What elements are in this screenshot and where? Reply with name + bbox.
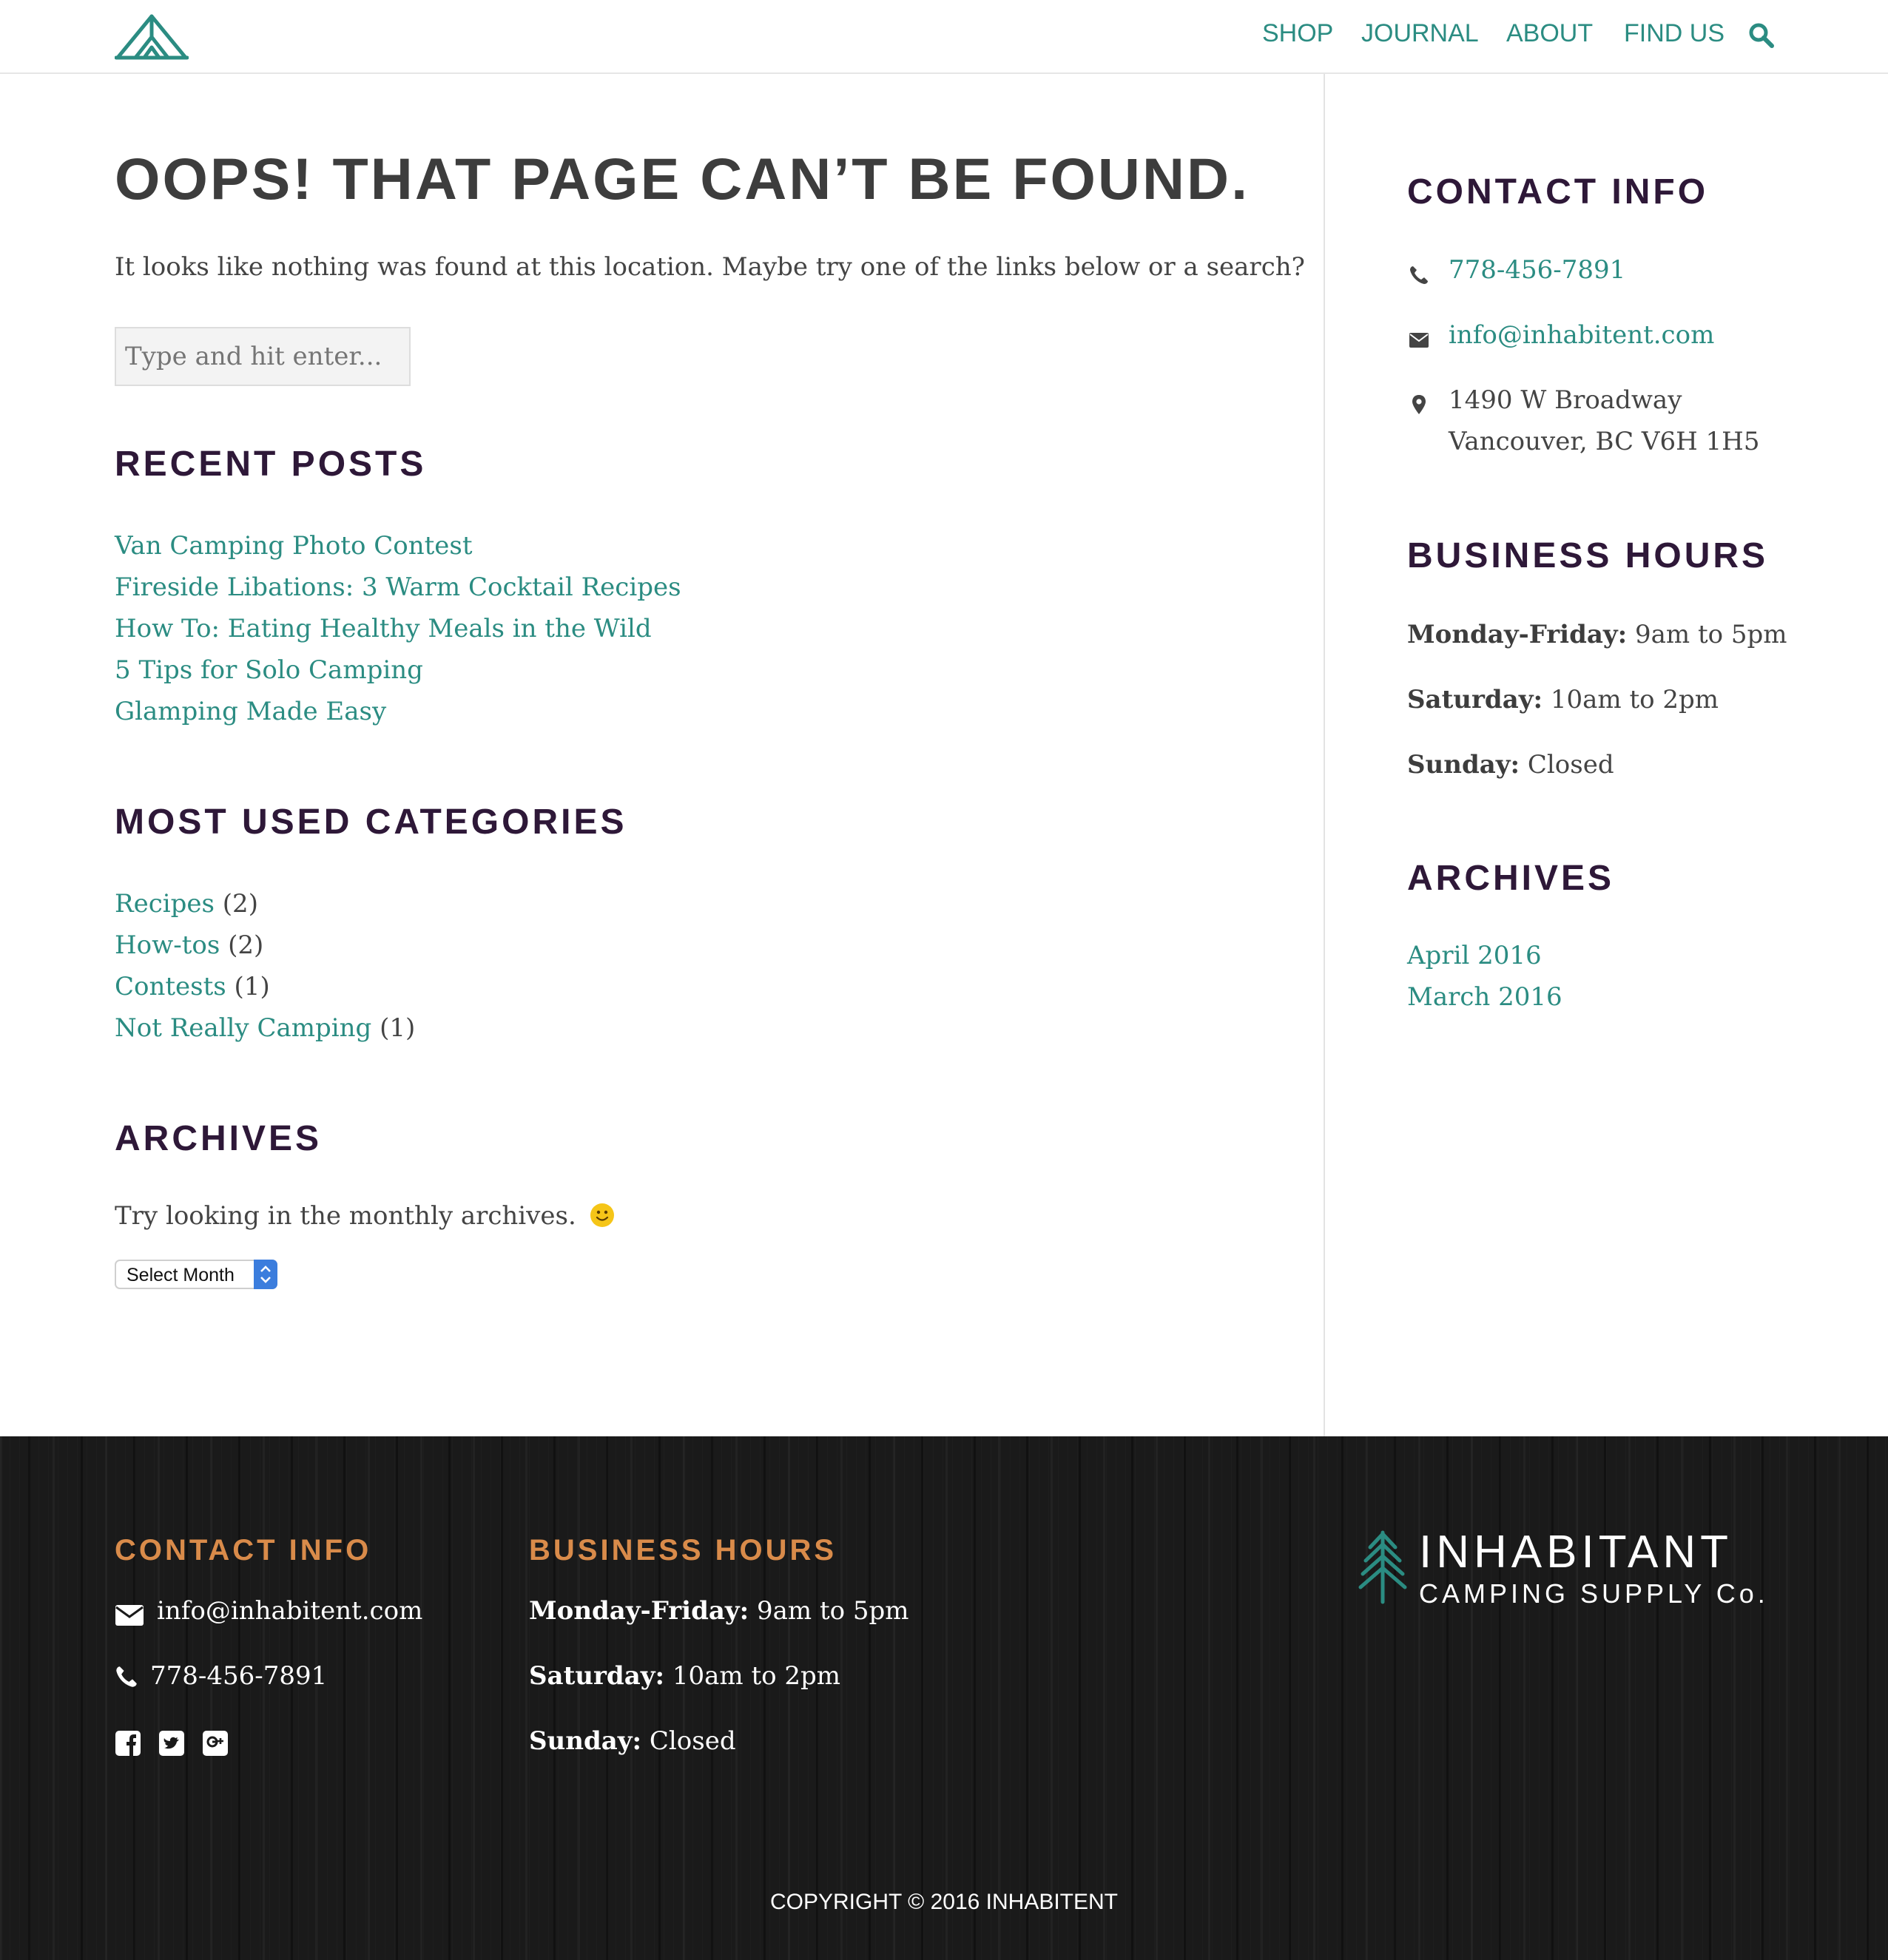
- category-count: (2): [222, 889, 258, 919]
- footer-hours-row: Monday-Friday: 9am to 5pm: [529, 1596, 909, 1626]
- category-count: (2): [228, 930, 264, 960]
- phone-icon: [1410, 266, 1428, 284]
- post-link[interactable]: How To: Eating Healthy Meals in the Wild: [115, 614, 652, 643]
- categories-heading: MOST USED CATEGORIES: [115, 802, 627, 842]
- smiley-icon: [590, 1203, 614, 1227]
- list-item: How-tos (2): [115, 925, 415, 966]
- search-icon[interactable]: [1748, 22, 1775, 49]
- post-link[interactable]: Van Camping Photo Contest: [115, 531, 473, 561]
- list-item: How To: Eating Healthy Meals in the Wild: [115, 608, 681, 649]
- category-link[interactable]: Contests: [115, 972, 226, 1001]
- sidebar-address-line1: 1490 W Broadway: [1449, 385, 1682, 415]
- copyright: COPYRIGHT © 2016 INHABITENT: [770, 1890, 1118, 1914]
- hours-time: Closed: [649, 1726, 736, 1756]
- nav-about[interactable]: ABOUT: [1506, 19, 1593, 48]
- footer-phone-link[interactable]: 778-456-7891: [150, 1661, 327, 1691]
- recent-posts-heading: RECENT POSTS: [115, 445, 427, 484]
- footer-contact-heading: CONTACT INFO: [115, 1534, 372, 1567]
- sidebar-divider: [1324, 74, 1325, 1436]
- hours-day: Sunday:: [1407, 750, 1520, 780]
- category-count: (1): [380, 1013, 416, 1043]
- site-header: SHOP JOURNAL ABOUT FIND US: [0, 0, 1888, 74]
- hours-time: 9am to 5pm: [1635, 620, 1787, 649]
- tree-logo-icon: [1358, 1530, 1407, 1604]
- map-pin-icon: [1412, 395, 1426, 414]
- hours-day: Monday-Friday:: [1407, 620, 1628, 649]
- categories-list: Recipes (2) How-tos (2) Contests (1) Not…: [115, 883, 415, 1049]
- envelope-icon: [1409, 333, 1429, 348]
- hours-time: 9am to 5pm: [757, 1596, 909, 1626]
- hours-day: Saturday:: [1407, 685, 1543, 714]
- sidebar-archives-heading: ARCHIVES: [1407, 859, 1615, 898]
- nav-shop[interactable]: SHOP: [1262, 19, 1333, 48]
- hours-time: 10am to 2pm: [672, 1661, 841, 1691]
- category-link[interactable]: How-tos: [115, 930, 220, 960]
- nav-find-us[interactable]: FIND US: [1624, 19, 1725, 48]
- select-arrows-icon: [254, 1260, 277, 1289]
- sidebar-contact-heading: CONTACT INFO: [1407, 172, 1709, 212]
- sidebar-hours-row: Sunday: Closed: [1407, 750, 1614, 780]
- list-item: Glamping Made Easy: [115, 691, 681, 732]
- archives-note: Try looking in the monthly archives.: [115, 1201, 576, 1231]
- sidebar-email-link[interactable]: info@inhabitent.com: [1449, 320, 1714, 350]
- archive-link-april-2016[interactable]: April 2016: [1407, 941, 1542, 970]
- sidebar-hours-row: Saturday: 10am to 2pm: [1407, 685, 1719, 714]
- post-link[interactable]: Fireside Libations: 3 Warm Cocktail Reci…: [115, 572, 681, 602]
- list-item: Van Camping Photo Contest: [115, 525, 681, 567]
- list-item: 5 Tips for Solo Camping: [115, 649, 681, 691]
- sidebar-hours-heading: BUSINESS HOURS: [1407, 536, 1769, 575]
- hours-day: Monday-Friday:: [529, 1596, 749, 1626]
- list-item: Contests (1): [115, 966, 415, 1007]
- archives-heading: ARCHIVES: [115, 1119, 323, 1158]
- sidebar-phone-link[interactable]: 778-456-7891: [1449, 255, 1625, 285]
- list-item: Not Really Camping (1): [115, 1007, 415, 1049]
- month-select[interactable]: Select Month: [115, 1260, 277, 1289]
- category-link[interactable]: Not Really Camping: [115, 1013, 371, 1043]
- recent-posts-list: Van Camping Photo Contest Fireside Libat…: [115, 525, 681, 732]
- archive-link-march-2016[interactable]: March 2016: [1407, 982, 1562, 1012]
- list-item: Fireside Libations: 3 Warm Cocktail Reci…: [115, 567, 681, 608]
- hours-time: 10am to 2pm: [1550, 685, 1719, 714]
- footer-hours-row: Saturday: 10am to 2pm: [529, 1661, 840, 1691]
- category-count: (1): [234, 972, 270, 1001]
- footer-brand-name: INHABITANT: [1419, 1527, 1733, 1578]
- post-link[interactable]: 5 Tips for Solo Camping: [115, 655, 423, 685]
- archives-note-row: Try looking in the monthly archives.: [115, 1201, 614, 1231]
- not-found-message: It looks like nothing was found at this …: [115, 252, 1305, 282]
- twitter-icon[interactable]: [158, 1730, 185, 1757]
- nav-journal[interactable]: JOURNAL: [1361, 19, 1479, 48]
- hours-day: Saturday:: [529, 1661, 665, 1691]
- footer-email-link[interactable]: info@inhabitent.com: [157, 1596, 422, 1626]
- sidebar-hours-row: Monday-Friday: 9am to 5pm: [1407, 620, 1787, 649]
- page-title: OOPS! THAT PAGE CAN’T BE FOUND.: [115, 146, 1250, 212]
- facebook-icon[interactable]: [115, 1730, 141, 1757]
- footer-brand-tagline: CAMPING SUPPLY Co.: [1419, 1578, 1769, 1609]
- month-select-label: Select Month: [127, 1265, 235, 1285]
- sidebar-address-line2: Vancouver, BC V6H 1H5: [1449, 427, 1760, 456]
- site-footer: [0, 1436, 1888, 1960]
- search-input[interactable]: [115, 327, 411, 386]
- footer-hours-row: Sunday: Closed: [529, 1726, 736, 1756]
- footer-hours-heading: BUSINESS HOURS: [529, 1534, 837, 1567]
- google-plus-icon[interactable]: [202, 1730, 229, 1757]
- category-link[interactable]: Recipes: [115, 889, 215, 919]
- hours-time: Closed: [1527, 750, 1614, 780]
- list-item: Recipes (2): [115, 883, 415, 925]
- envelope-icon: [115, 1605, 144, 1626]
- post-link[interactable]: Glamping Made Easy: [115, 697, 386, 726]
- hours-day: Sunday:: [529, 1726, 642, 1756]
- phone-icon: [116, 1666, 137, 1687]
- tent-logo-icon: [115, 14, 189, 60]
